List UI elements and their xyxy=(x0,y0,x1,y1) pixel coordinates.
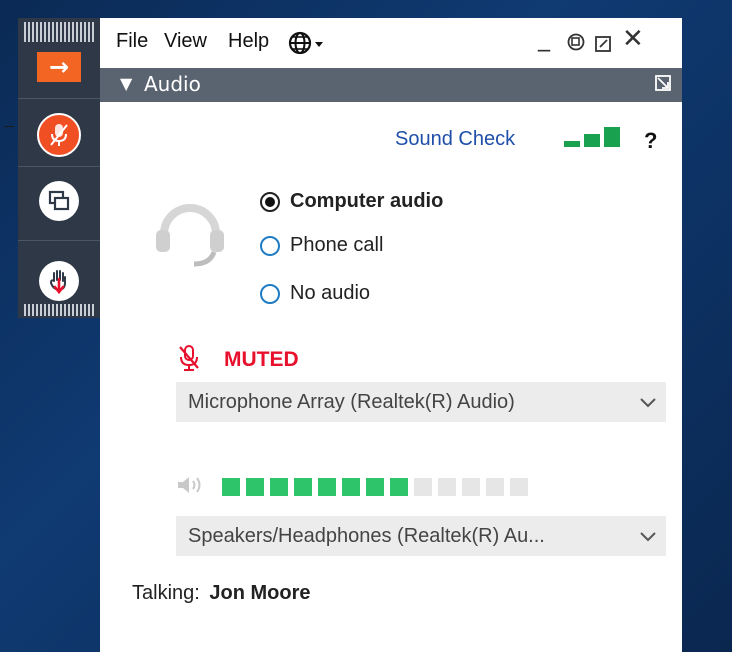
talking-indicator: Talking: Jon Moore xyxy=(132,582,311,605)
help-question-button[interactable]: ? xyxy=(644,128,657,154)
signal-strength-icon xyxy=(564,126,622,154)
radio-computer-audio[interactable] xyxy=(260,191,280,212)
audio-option-none[interactable]: No audio xyxy=(260,282,370,305)
meter-segment xyxy=(438,478,456,496)
expand-panel-button[interactable]: → xyxy=(36,50,82,84)
headset-icon xyxy=(150,190,230,274)
screen-share-icon xyxy=(39,181,79,221)
meter-segment xyxy=(222,478,240,496)
audio-option-computer[interactable]: Computer audio xyxy=(260,190,443,213)
speaker-volume-icon xyxy=(176,474,206,500)
meter-segment xyxy=(462,478,480,496)
talking-name: Jon Moore xyxy=(209,582,311,604)
mic-muted-icon xyxy=(37,113,81,157)
meter-segment xyxy=(486,478,504,496)
microphone-select[interactable]: Microphone Array (Realtek(R) Audio) xyxy=(176,382,666,422)
speaker-level-meter xyxy=(222,478,534,496)
dock-drag-grip[interactable] xyxy=(24,22,94,42)
popout-icon[interactable] xyxy=(594,31,612,59)
computer-audio-label: Computer audio xyxy=(290,190,444,212)
meter-segment xyxy=(510,478,528,496)
meter-segment xyxy=(366,478,384,496)
mic-muted-icon xyxy=(178,344,200,376)
meter-segment xyxy=(270,478,288,496)
muted-label: MUTED xyxy=(224,348,299,371)
meeting-control-dock: → xyxy=(18,18,100,318)
close-button[interactable]: ✕ xyxy=(622,24,644,54)
phone-call-label: Phone call xyxy=(290,234,384,256)
edge-marker xyxy=(4,126,14,127)
collapse-triangle-icon: ▼ xyxy=(120,74,133,93)
meter-segment xyxy=(342,478,360,496)
speaker-level-row xyxy=(176,474,534,500)
audio-control-panel: File View Help _ ✕ ▼ Audio Sound Check ?… xyxy=(100,18,682,652)
mute-toggle-button[interactable] xyxy=(36,112,82,158)
meter-segment xyxy=(318,478,336,496)
sound-check-link[interactable]: Sound Check xyxy=(395,128,515,151)
speaker-select[interactable]: Speakers/Headphones (Realtek(R) Au... xyxy=(176,516,666,556)
undock-section-icon[interactable] xyxy=(654,74,672,96)
language-globe-icon[interactable] xyxy=(288,30,326,60)
radio-no-audio[interactable] xyxy=(260,283,280,304)
meter-segment xyxy=(246,478,264,496)
menu-help[interactable]: Help xyxy=(228,30,269,53)
chevron-down-icon xyxy=(638,392,658,416)
meter-segment xyxy=(390,478,408,496)
meter-segment xyxy=(414,478,432,496)
microphone-selected-value: Microphone Array (Realtek(R) Audio) xyxy=(188,390,515,413)
speaker-selected-value: Speakers/Headphones (Realtek(R) Au... xyxy=(188,524,545,547)
audio-section-header[interactable]: ▼ Audio xyxy=(100,68,682,102)
mic-mute-status[interactable]: MUTED xyxy=(178,344,299,376)
menu-view[interactable]: View xyxy=(164,30,207,53)
dock-drag-grip-bottom[interactable] xyxy=(24,304,94,316)
raise-hand-button[interactable] xyxy=(36,258,82,304)
chevron-down-icon xyxy=(638,526,658,550)
share-window-icon[interactable] xyxy=(566,30,586,58)
expand-arrow-icon: → xyxy=(37,52,81,82)
dock-divider xyxy=(18,166,100,167)
minimize-button[interactable]: _ xyxy=(538,24,550,52)
audio-section-title: Audio xyxy=(144,72,201,96)
radio-phone-call[interactable] xyxy=(260,235,280,256)
no-audio-label: No audio xyxy=(290,282,371,304)
menu-file[interactable]: File xyxy=(116,30,148,53)
audio-option-phone[interactable]: Phone call xyxy=(260,234,383,257)
menu-bar: File View Help _ ✕ xyxy=(100,18,682,68)
raise-hand-icon xyxy=(39,261,79,301)
screen-share-button[interactable] xyxy=(36,178,82,224)
talking-label: Talking: xyxy=(132,582,200,604)
dock-divider xyxy=(18,98,100,99)
meter-segment xyxy=(294,478,312,496)
dock-divider xyxy=(18,240,100,241)
